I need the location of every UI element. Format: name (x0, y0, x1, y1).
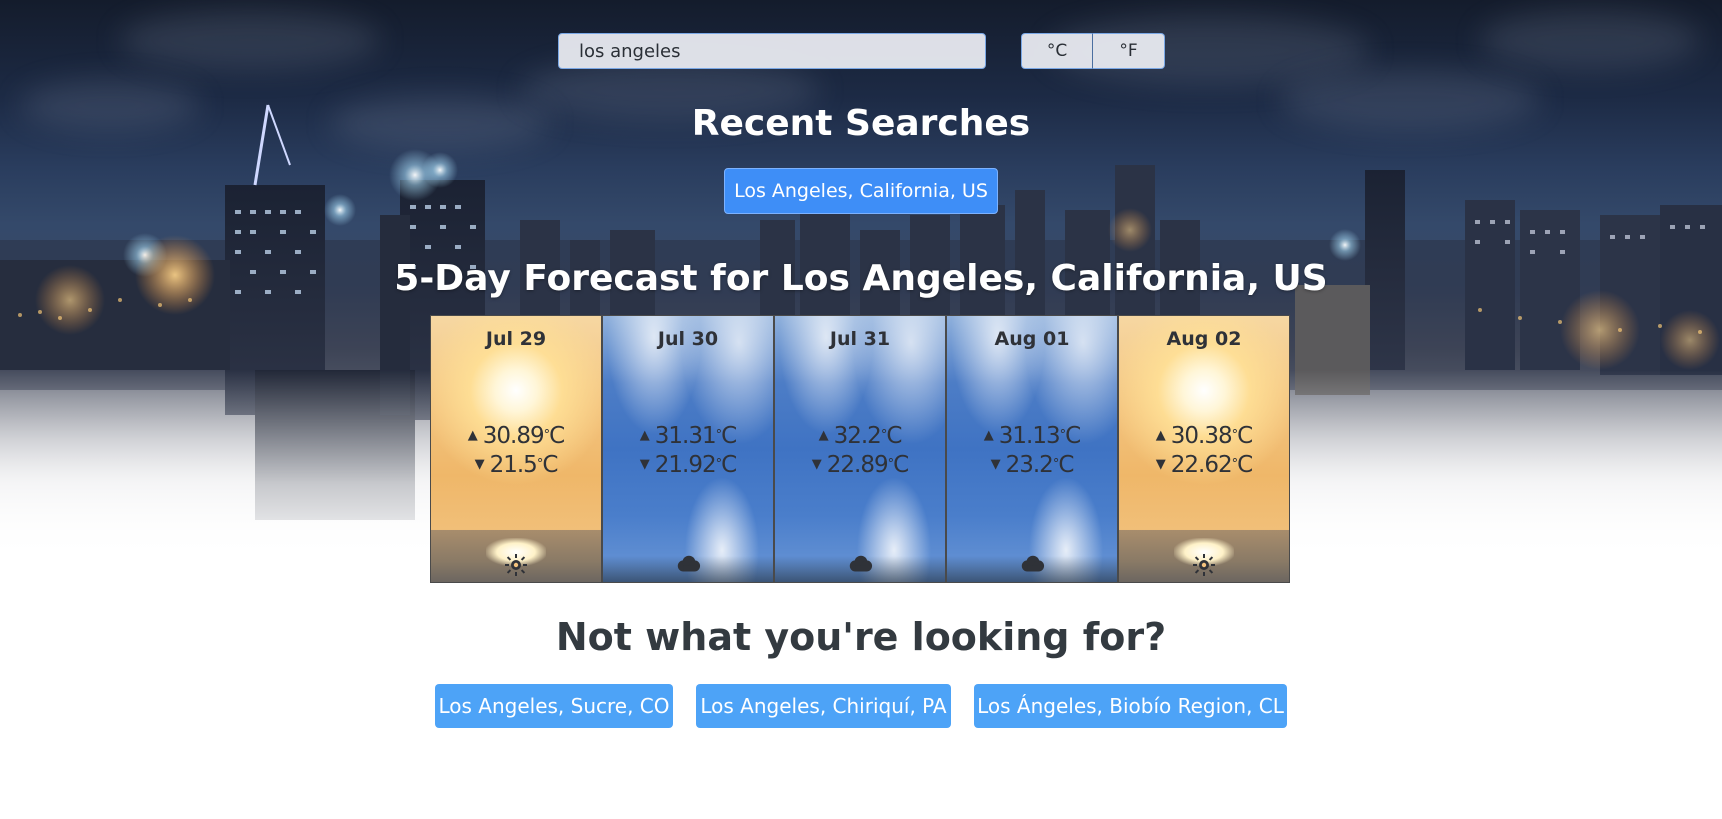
alternative-location-button[interactable]: Los Ángeles, Biobío Region, CL (974, 684, 1287, 728)
sun-icon (1191, 552, 1217, 578)
cloud-icon (675, 552, 701, 578)
arrow-down-icon: ▼ (1155, 457, 1166, 472)
recent-search-item[interactable]: Los Angeles, California, US (724, 168, 998, 214)
forecast-card: Jul 30 ▲ 31.31 ° C ▼ 21.92 ° C (602, 315, 774, 583)
forecast-card: Jul 29 ▲ 30.89 ° C ▼ 21.5 ° C (430, 315, 602, 583)
cloud-icon (1019, 552, 1045, 578)
high-temp: ▲ 30.89 ° C (467, 422, 565, 449)
arrow-up-icon: ▲ (1155, 428, 1166, 443)
high-temp: ▲ 31.31 ° C (639, 422, 737, 449)
forecast-date: Aug 02 (1166, 328, 1242, 350)
recent-searches-title: Recent Searches (691, 103, 1031, 144)
alternative-location-button[interactable]: Los Angeles, Chiriquí, PA (696, 684, 951, 728)
alternative-location-button[interactable]: Los Angeles, Sucre, CO (435, 684, 673, 728)
high-temp: ▲ 32.2 ° C (818, 422, 903, 449)
arrow-up-icon: ▲ (983, 428, 994, 443)
arrow-down-icon: ▼ (639, 457, 650, 472)
low-temp: ▼ 21.92 ° C (639, 451, 737, 478)
search-input[interactable] (558, 33, 986, 69)
alternatives-list: Los Angeles, Sucre, CO Los Angeles, Chir… (0, 684, 1722, 728)
arrow-down-icon: ▼ (990, 457, 1001, 472)
arrow-up-icon: ▲ (467, 428, 478, 443)
fahrenheit-button[interactable]: °F (1093, 33, 1165, 69)
forecast-cards: Jul 29 ▲ 30.89 ° C ▼ 21.5 ° C Jul 30 ▲ 31.31 ° C … (430, 315, 1292, 583)
celsius-button[interactable]: °C (1021, 33, 1093, 69)
high-temp: ▲ 30.38 ° C (1155, 422, 1253, 449)
low-temp: ▼ 21.5 ° C (474, 451, 559, 478)
forecast-title: 5-Day Forecast for Los Angeles, Californ… (394, 258, 1328, 299)
arrow-up-icon: ▲ (818, 428, 829, 443)
high-temp: ▲ 31.13 ° C (983, 422, 1081, 449)
cloud-icon (847, 552, 873, 578)
forecast-date: Jul 29 (485, 328, 547, 350)
forecast-card: Aug 02 ▲ 30.38 ° C ▼ 22.62 ° C (1118, 315, 1290, 583)
alternatives-title: Not what you're looking for? (555, 615, 1167, 659)
forecast-card: Jul 31 ▲ 32.2 ° C ▼ 22.89 ° C (774, 315, 946, 583)
low-temp: ▼ 23.2 ° C (990, 451, 1075, 478)
forecast-date: Aug 01 (994, 328, 1070, 350)
arrow-up-icon: ▲ (639, 428, 650, 443)
sun-icon (503, 552, 529, 578)
low-temp: ▼ 22.62 ° C (1155, 451, 1253, 478)
forecast-date: Jul 31 (829, 328, 891, 350)
arrow-down-icon: ▼ (474, 457, 485, 472)
unit-toggle: °C °F (1021, 33, 1165, 69)
arrow-down-icon: ▼ (811, 457, 822, 472)
low-temp: ▼ 22.89 ° C (811, 451, 909, 478)
forecast-date: Jul 30 (657, 328, 719, 350)
forecast-card: Aug 01 ▲ 31.13 ° C ▼ 23.2 ° C (946, 315, 1118, 583)
